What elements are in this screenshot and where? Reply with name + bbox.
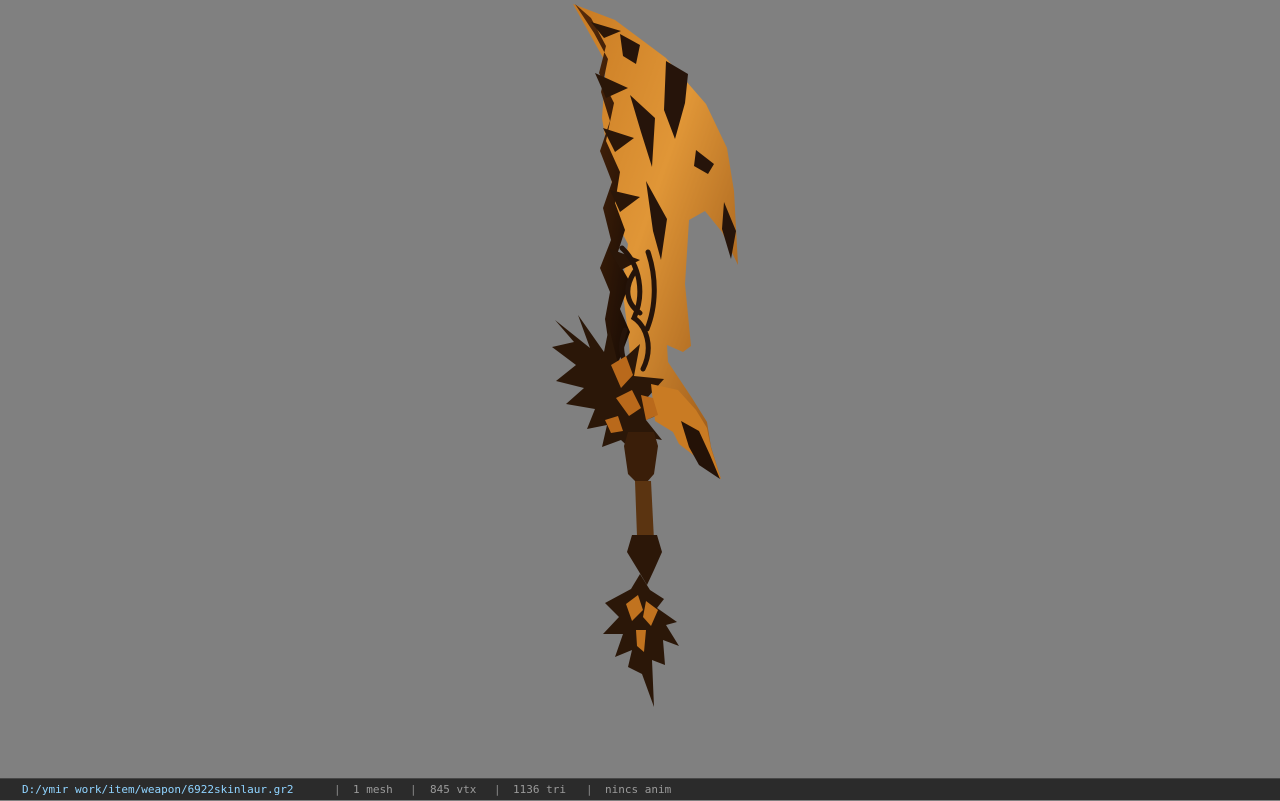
status-separator: | bbox=[494, 783, 501, 796]
status-bar: D:/ymir work/item/weapon/6922skinlaur.gr… bbox=[0, 778, 1280, 800]
vertex-count: 845 vtx bbox=[430, 783, 477, 796]
status-separator: | bbox=[334, 783, 341, 796]
model-viewport[interactable] bbox=[0, 0, 1280, 778]
file-path[interactable]: D:/ymir work/item/weapon/6922skinlaur.gr… bbox=[22, 779, 294, 801]
pommel-ring bbox=[627, 535, 662, 585]
status-separator: | bbox=[410, 783, 417, 796]
triangle-count: 1136 tri bbox=[513, 783, 566, 796]
status-separator: | bbox=[586, 783, 593, 796]
grip bbox=[635, 481, 654, 540]
mesh-count: 1 mesh bbox=[353, 783, 393, 796]
sword-model[interactable] bbox=[0, 0, 1280, 778]
animation-status: nincs anim bbox=[605, 783, 672, 796]
